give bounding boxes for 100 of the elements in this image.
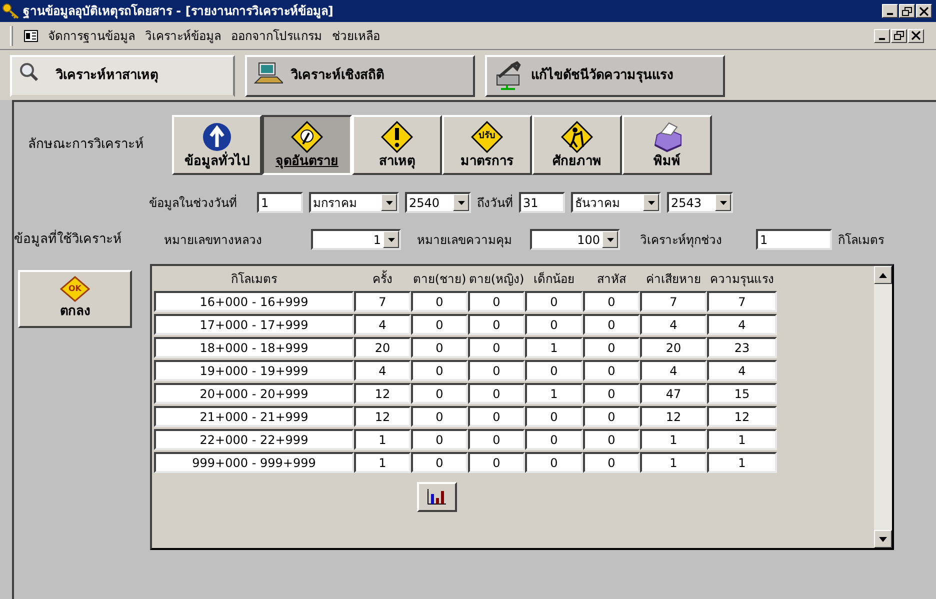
table-cell: 1 [640, 429, 707, 450]
table-cell: 0 [411, 291, 468, 312]
analysis-button[interactable]: พิมพ์ [622, 115, 712, 175]
tab[interactable]: วิเคราะห์เชิงสถิติ [245, 55, 475, 97]
table-cell: 0 [583, 452, 640, 473]
table-cell: 1 [640, 452, 707, 473]
menu-item[interactable]: จัดการฐานข้อมูล [48, 26, 135, 44]
field-label: ถึงวันที่ [477, 194, 513, 212]
table-cell: 0 [583, 383, 640, 404]
tab[interactable]: แก้ไขดัชนีวัดความรุนแรง [485, 55, 725, 97]
table-cell: 4 [640, 360, 707, 381]
table-cell: 22+000 - 22+999 [154, 429, 354, 450]
table-cell: 12 [707, 406, 777, 427]
field-label: หมายเลขความคุม [417, 232, 513, 248]
table-cell: 1 [707, 452, 777, 473]
table-cell: 7 [354, 291, 411, 312]
column-header: ค่าเสียหาย [645, 271, 702, 288]
table-cell: 1 [707, 429, 777, 450]
dropdown[interactable]: 100 [530, 229, 620, 250]
dropdown[interactable]: มกราคม [309, 192, 399, 213]
table-cell: 0 [411, 429, 468, 450]
table-cell: 0 [525, 360, 583, 381]
table-cell: 0 [583, 360, 640, 381]
table-cell: 0 [468, 291, 525, 312]
table-cell: 47 [640, 383, 707, 404]
unit-label: กิโลเมตร [838, 232, 884, 248]
table-cell: 0 [468, 452, 525, 473]
table-cell: 15 [707, 383, 777, 404]
analysis-button[interactable]: ปรับ มาตรการ [442, 115, 532, 175]
table-cell: 4 [640, 314, 707, 335]
table-cell: 0 [411, 452, 468, 473]
table-cell: 4 [707, 360, 777, 381]
table-cell: 1 [354, 452, 411, 473]
table-cell: 4 [354, 360, 411, 381]
table-cell: 12 [354, 406, 411, 427]
ok-button[interactable]: OK ตกลง [18, 270, 132, 328]
table-cell: 4 [354, 314, 411, 335]
table-cell: 0 [468, 337, 525, 358]
dropdown[interactable]: ธันวาคม [571, 192, 661, 213]
dropdown[interactable]: 1 [311, 229, 401, 250]
table-cell: 0 [411, 383, 468, 404]
table-cell: 0 [411, 314, 468, 335]
table-cell: 0 [583, 337, 640, 358]
table-cell: 0 [411, 337, 468, 358]
table-cell: 17+000 - 17+999 [154, 314, 354, 335]
column-header: ครั้ง [372, 270, 394, 288]
column-header: กิโลเมตร [230, 271, 278, 288]
table-cell: 1 [525, 337, 583, 358]
table-cell: 21+000 - 21+999 [154, 406, 354, 427]
field-label: หมายเลขทางหลวง [164, 232, 263, 248]
table-cell: 0 [411, 406, 468, 427]
table-cell: 0 [583, 314, 640, 335]
table-cell: 0 [468, 314, 525, 335]
column-header: ตาย(หญิง) [468, 271, 525, 288]
table-cell: 18+000 - 18+999 [154, 337, 354, 358]
section-label: ลักษณะการวิเคราะห์ [27, 136, 145, 154]
column-header: ตาย(ชาย) [412, 271, 468, 288]
field-label: ข้อมูลในช่วงวันที่ [149, 194, 237, 212]
tab[interactable]: วิเคราะห์หาสาเหตุ [10, 55, 235, 97]
table-cell: 0 [468, 429, 525, 450]
section-label: ข้อมูลที่ใช้วิเคราะห์ [14, 230, 123, 249]
table-cell: 0 [468, 406, 525, 427]
table-cell: 16+000 - 16+999 [154, 291, 354, 312]
dropdown[interactable]: 2543 [667, 192, 733, 213]
table-cell: 20 [640, 337, 707, 358]
sign-text: OK [68, 283, 82, 296]
column-header: ความรุนแรง [709, 271, 775, 288]
table-cell: 0 [468, 360, 525, 381]
input-field[interactable]: 31 [519, 192, 565, 213]
menu-item[interactable]: วิเคราะห์ข้อมูล [145, 26, 221, 44]
table-cell: 1 [525, 383, 583, 404]
analysis-button[interactable]: สาเหตุ [352, 115, 442, 175]
table-cell: 0 [525, 406, 583, 427]
table-cell: 20 [354, 337, 411, 358]
dropdown[interactable]: 2540 [405, 192, 471, 213]
table-cell: 0 [525, 429, 583, 450]
table-cell: 0 [525, 452, 583, 473]
analysis-button[interactable]: ข้อมูลทั่วไป [172, 115, 262, 175]
table-cell: 0 [583, 291, 640, 312]
table-cell: 0 [583, 406, 640, 427]
field-label: วิเคราะห์ทุกช่วง [640, 232, 723, 248]
analysis-button[interactable]: จุดอันตราย [262, 115, 352, 175]
input-field[interactable]: 1 [257, 192, 303, 213]
table-cell: 23 [707, 337, 777, 358]
table-cell: 0 [583, 429, 640, 450]
analysis-button[interactable]: ศักยภาพ [532, 115, 622, 175]
column-header: เด็กน้อย [532, 270, 576, 288]
input-field[interactable]: 1 [756, 229, 832, 250]
window-title: ฐานข้อมูลอุบัติเหตุรถโดยสาร - [รายงานการวิเคราะห์ข้อมูล] [23, 2, 334, 20]
table-cell: 7 [640, 291, 707, 312]
column-header: สาหัส [596, 271, 627, 288]
menu-item[interactable]: ออกจากโปรแกรม [231, 26, 322, 44]
table-cell: 1 [354, 429, 411, 450]
table-cell: 12 [354, 383, 411, 404]
table-cell: 12 [640, 406, 707, 427]
table-cell: 20+000 - 20+999 [154, 383, 354, 404]
table-cell: 0 [525, 291, 583, 312]
table-cell: 19+000 - 19+999 [154, 360, 354, 381]
menu-item[interactable]: ช่วยเหลือ [332, 26, 380, 44]
table-cell: 0 [411, 360, 468, 381]
